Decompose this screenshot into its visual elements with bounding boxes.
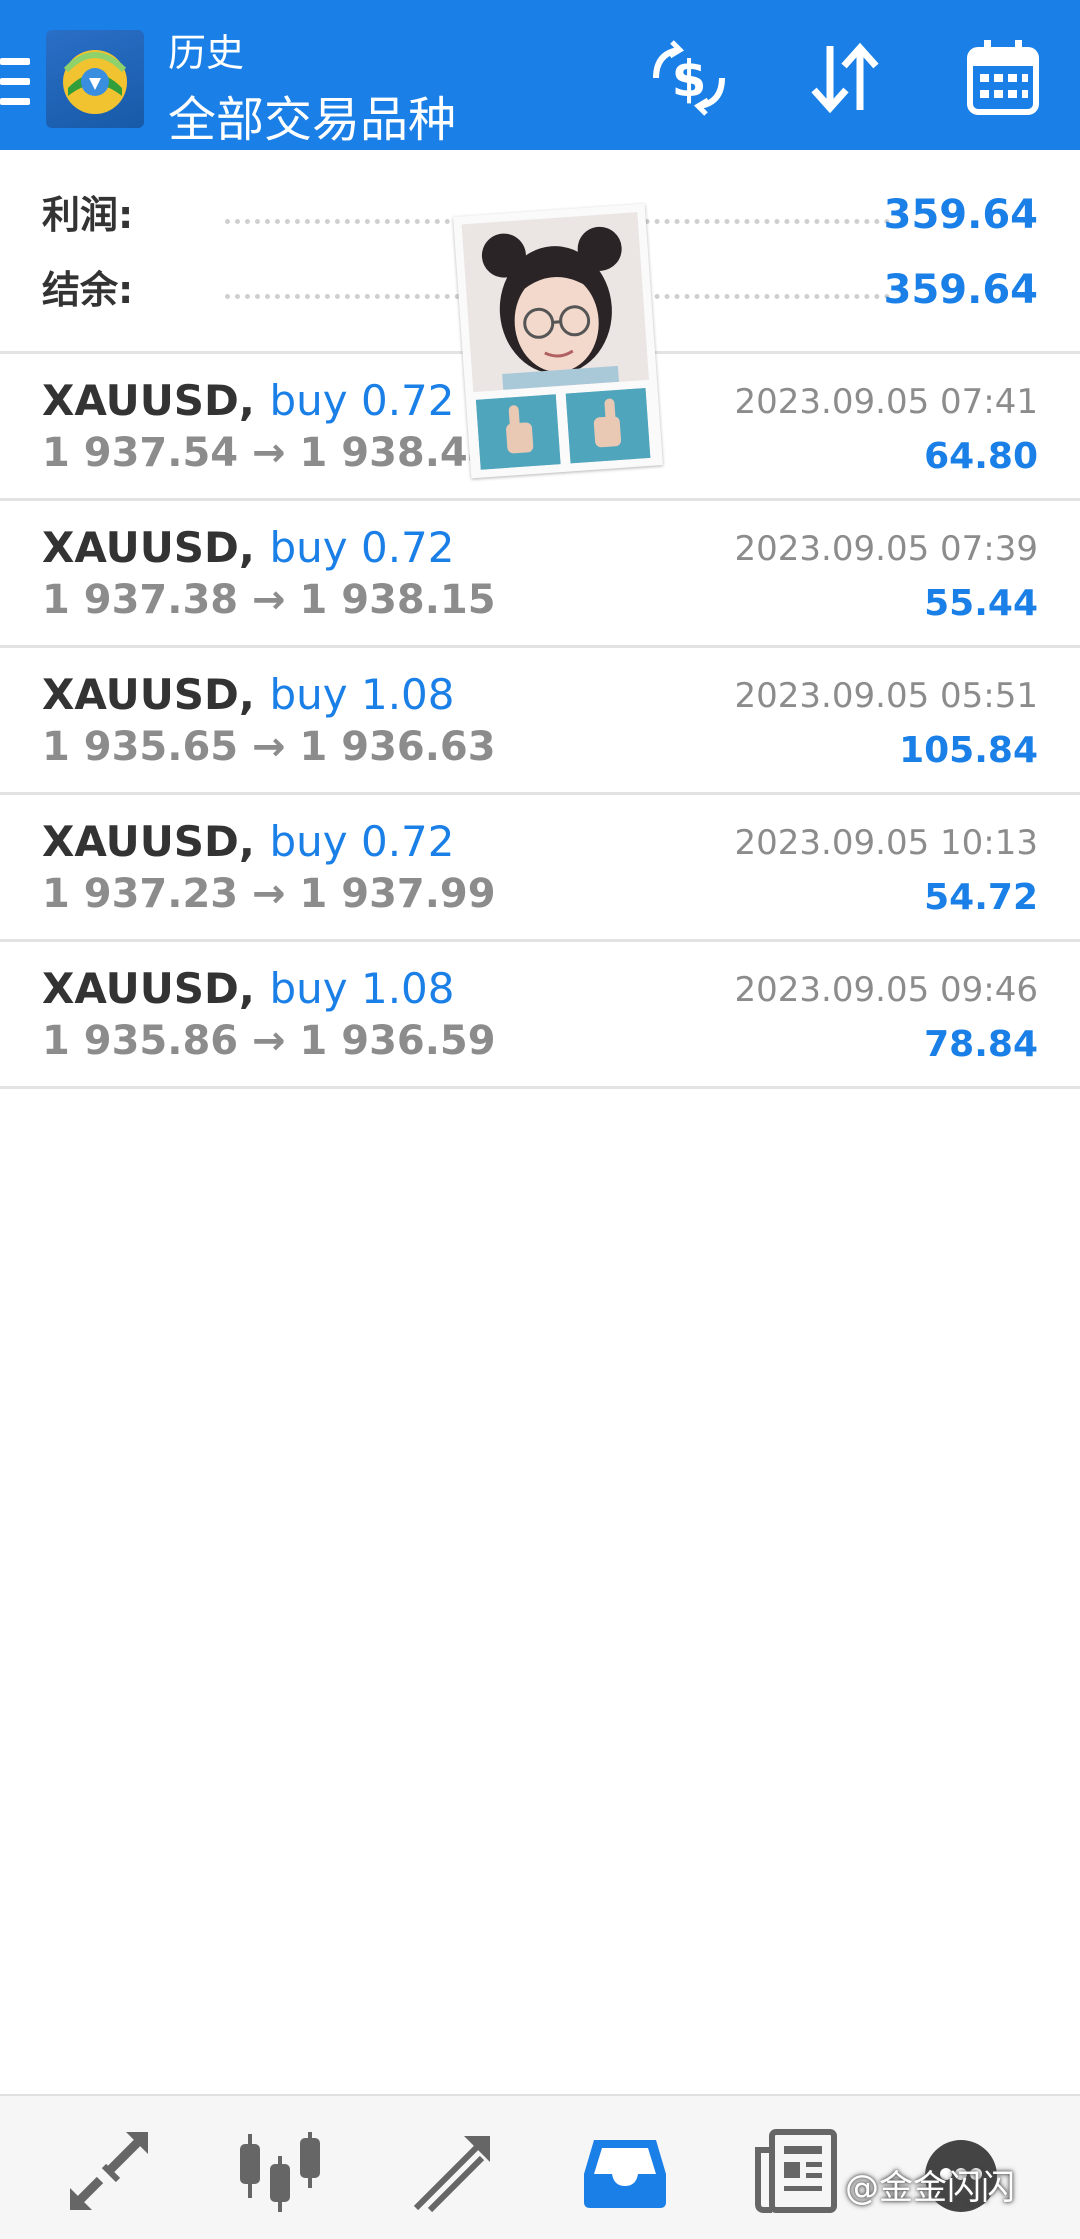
sticker-thumbs [475,388,652,470]
trade-row[interactable]: XAUUSD, buy 1.08 1 935.86 → 1 936.59 202… [0,942,1080,1089]
trade-profit: 54.72 [924,877,1038,918]
trade-row[interactable]: XAUUSD, buy 0.72 1 937.23 → 1 937.99 202… [0,795,1080,942]
profit-label: 利润: [42,193,134,237]
page-subtitle: 历史 [168,31,245,75]
sort-icon[interactable] [800,38,890,118]
trade-symbol: XAUUSD, [42,817,255,866]
trade-prices: 1 937.38 → 1 938.15 [42,577,496,623]
hamburger-icon[interactable] [0,58,30,106]
trade-profit: 78.84 [924,1024,1038,1065]
sticker-photo [453,203,663,479]
calendar-icon[interactable] [958,38,1048,118]
trade-side-volume: buy 1.08 [269,670,455,719]
trade-symbol-line: XAUUSD, buy 1.08 [42,670,455,719]
trade-prices: 1 935.86 → 1 936.59 [42,1018,496,1064]
trade-icon[interactable] [408,2126,498,2216]
trade-side-volume: buy 0.72 [269,523,455,572]
trade-row[interactable]: XAUUSD, buy 1.08 1 935.65 → 1 936.63 202… [0,648,1080,795]
page-title[interactable]: 全部交易品种 [168,80,456,150]
trade-symbol-line: XAUUSD, buy 0.72 [42,376,455,425]
balance-value: 359.64 [883,267,1038,313]
trade-time: 2023.09.05 07:41 [734,382,1038,422]
trade-time: 2023.09.05 10:13 [734,823,1038,863]
metatrader-logo-icon [46,30,144,128]
sticker-portrait [461,212,649,393]
profit-value: 359.64 [883,192,1038,238]
trade-side-volume: buy 1.08 [269,964,455,1013]
thumbs-up-image [475,394,561,470]
trade-profit: 64.80 [924,436,1038,477]
trade-symbol-line: XAUUSD, buy 0.72 [42,523,455,572]
history-inbox-icon[interactable] [580,2126,670,2216]
trade-side-volume: buy 0.72 [269,817,455,866]
trade-time: 2023.09.05 07:39 [734,529,1038,569]
app-root: 历史 全部交易品种 $ 利润: 359.64 结余: 359.64 XAUUSD… [0,0,1080,2239]
trade-symbol: XAUUSD, [42,964,255,1013]
trade-side-volume: buy 0.72 [269,376,455,425]
trade-symbol: XAUUSD, [42,376,255,425]
trade-symbol-line: XAUUSD, buy 0.72 [42,817,455,866]
trade-row[interactable]: XAUUSD, buy 0.72 1 937.38 → 1 938.15 202… [0,501,1080,648]
trade-time: 2023.09.05 09:46 [734,970,1038,1010]
trade-symbol: XAUUSD, [42,670,255,719]
svg-text:$: $ [672,50,707,108]
trade-prices: 1 937.23 → 1 937.99 [42,871,496,917]
top-app-bar: 历史 全部交易品种 $ [0,0,1080,150]
balance-label: 结余: [42,268,134,312]
trade-symbol-line: XAUUSD, buy 1.08 [42,964,455,1013]
thumbs-up-image [565,388,651,464]
trade-prices: 1 935.65 → 1 936.63 [42,724,496,770]
currency-exchange-icon[interactable]: $ [644,38,734,118]
trade-time: 2023.09.05 05:51 [734,676,1038,716]
watermark-text: @金金闪闪 [845,2168,1015,2208]
trade-symbol: XAUUSD, [42,523,255,572]
quotes-icon[interactable] [64,2126,154,2216]
news-icon[interactable] [752,2126,842,2216]
chart-candles-icon[interactable] [236,2126,326,2216]
trade-profit: 105.84 [899,730,1038,771]
trade-prices: 1 937.54 → 1 938.44 [42,430,496,476]
trade-profit: 55.44 [924,583,1038,624]
